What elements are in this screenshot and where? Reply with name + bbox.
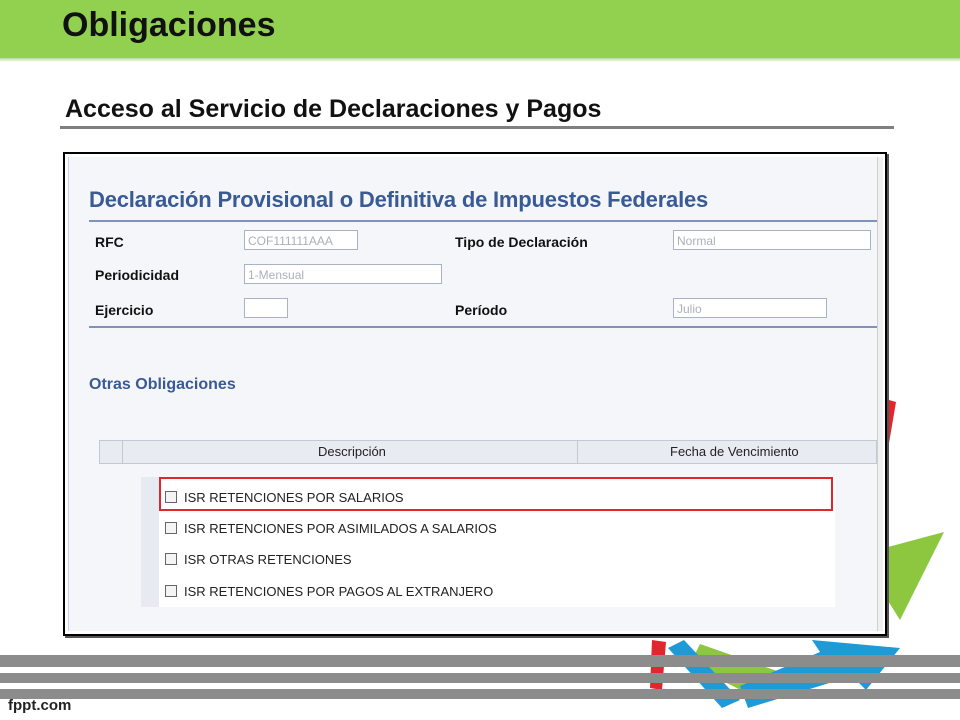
form-title: Declaración Provisional o Definitiva de … <box>89 187 709 212</box>
checkbox[interactable] <box>165 521 177 534</box>
form-title-divider <box>89 220 877 222</box>
screenshot-frame: Declaración Provisional o Definitiva de … <box>63 152 887 636</box>
tipo-declaracion-field[interactable]: Normal <box>673 230 871 250</box>
periodicidad-label: Periodicidad <box>95 267 180 283</box>
list-item-label: ISR OTRAS RETENCIONES <box>184 552 352 568</box>
ejercicio-label: Ejercicio <box>95 302 154 318</box>
list-item-isr-retenciones-extranjero[interactable]: ISR RETENCIONES POR PAGOS AL EXTRANJERO <box>165 583 493 605</box>
footer-stripes <box>0 655 960 705</box>
tipo-declaracion-label: Tipo de Declaración <box>455 234 588 250</box>
column-header-fecha-vencimiento[interactable]: Fecha de Vencimiento <box>670 444 799 459</box>
subtitle-underline <box>60 126 894 129</box>
periodo-field[interactable]: Julio <box>673 298 827 318</box>
periodo-label: Período <box>455 302 508 318</box>
list-item-label: ISR RETENCIONES POR PAGOS AL EXTRANJERO <box>184 584 494 600</box>
rfc-field[interactable]: COF111111AAA <box>244 230 358 250</box>
column-header-descripcion[interactable]: Descripción <box>318 444 386 459</box>
section-title-otras-obligaciones: Otras Obligaciones <box>89 376 236 393</box>
slide-title: Obligaciones <box>62 6 276 44</box>
checkbox[interactable] <box>165 584 177 597</box>
list-item-isr-otras-retenciones[interactable]: ISR OTRAS RETENCIONES <box>165 551 352 573</box>
fields-divider <box>89 326 877 328</box>
periodicidad-field[interactable]: 1-Mensual <box>244 264 442 284</box>
slide-subtitle: Acceso al Servicio de Declaraciones y Pa… <box>65 95 602 123</box>
list-gutter <box>141 477 159 607</box>
scrollbar[interactable] <box>877 157 883 631</box>
footer-brand: fppt.com <box>8 697 72 714</box>
rfc-label: RFC <box>95 234 124 250</box>
checkbox[interactable] <box>165 552 177 565</box>
list-item-label: ISR RETENCIONES POR ASIMILADOS A SALARIO… <box>184 521 497 537</box>
obligaciones-table-header: Descripción Fecha de Vencimiento <box>99 440 877 464</box>
ejercicio-field[interactable] <box>244 298 288 318</box>
list-item-isr-retenciones-asimilados[interactable]: ISR RETENCIONES POR ASIMILADOS A SALARIO… <box>165 520 497 542</box>
declaration-form: Declaración Provisional o Definitiva de … <box>68 157 883 631</box>
highlight-box <box>159 477 833 511</box>
